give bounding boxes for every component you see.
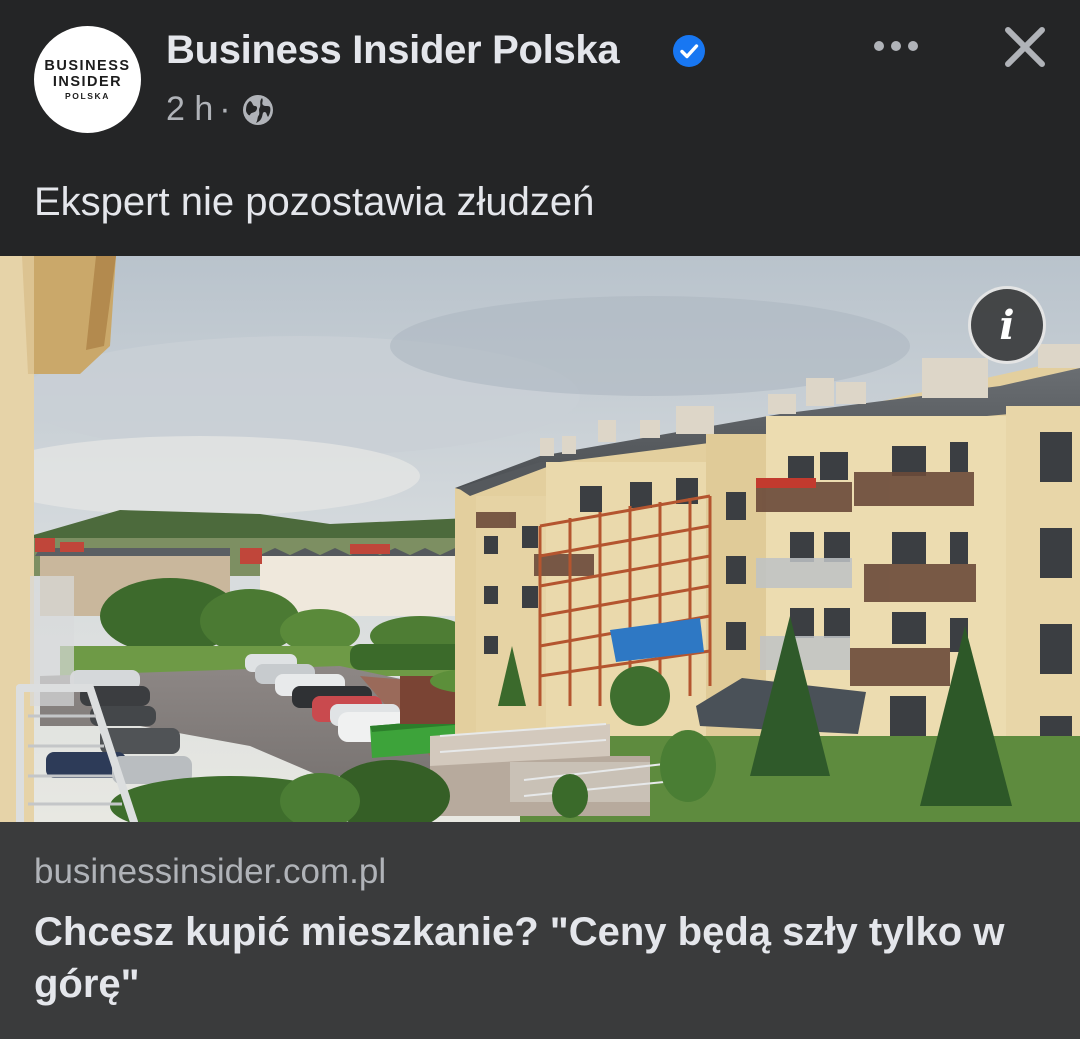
- close-icon[interactable]: [998, 20, 1052, 74]
- globe-icon: [242, 94, 273, 125]
- verified-badge-icon: [673, 35, 705, 67]
- post-timestamp[interactable]: 2 h: [166, 90, 213, 129]
- link-domain: businessinsider.com.pl: [34, 852, 387, 891]
- dot: [874, 41, 884, 51]
- info-icon[interactable]: i: [968, 286, 1046, 364]
- page-name-link[interactable]: Business Insider Polska: [166, 28, 620, 73]
- page-avatar[interactable]: BUSINESS INSIDER POLSKA: [34, 26, 141, 133]
- avatar-text-line3: POLSKA: [64, 90, 111, 101]
- dot: [908, 41, 918, 51]
- post-text: Ekspert nie pozostawia złudzeń: [34, 180, 595, 224]
- post-header: BUSINESS INSIDER POLSKA Business Insider…: [0, 0, 1080, 256]
- post-image[interactable]: [0, 256, 1080, 822]
- avatar-text-line2: INSIDER: [52, 73, 123, 90]
- link-title: Chcesz kupić mieszkanie? "Ceny będą szły…: [34, 910, 1005, 1006]
- meta-separator: ·: [219, 90, 231, 128]
- dot: [891, 41, 901, 51]
- more-options-button[interactable]: [868, 28, 924, 64]
- link-preview[interactable]: businessinsider.com.pl Chcesz kupić mies…: [0, 822, 1080, 1039]
- avatar-text-line1: BUSINESS: [44, 57, 131, 74]
- post-meta: 2 h ·: [166, 90, 275, 129]
